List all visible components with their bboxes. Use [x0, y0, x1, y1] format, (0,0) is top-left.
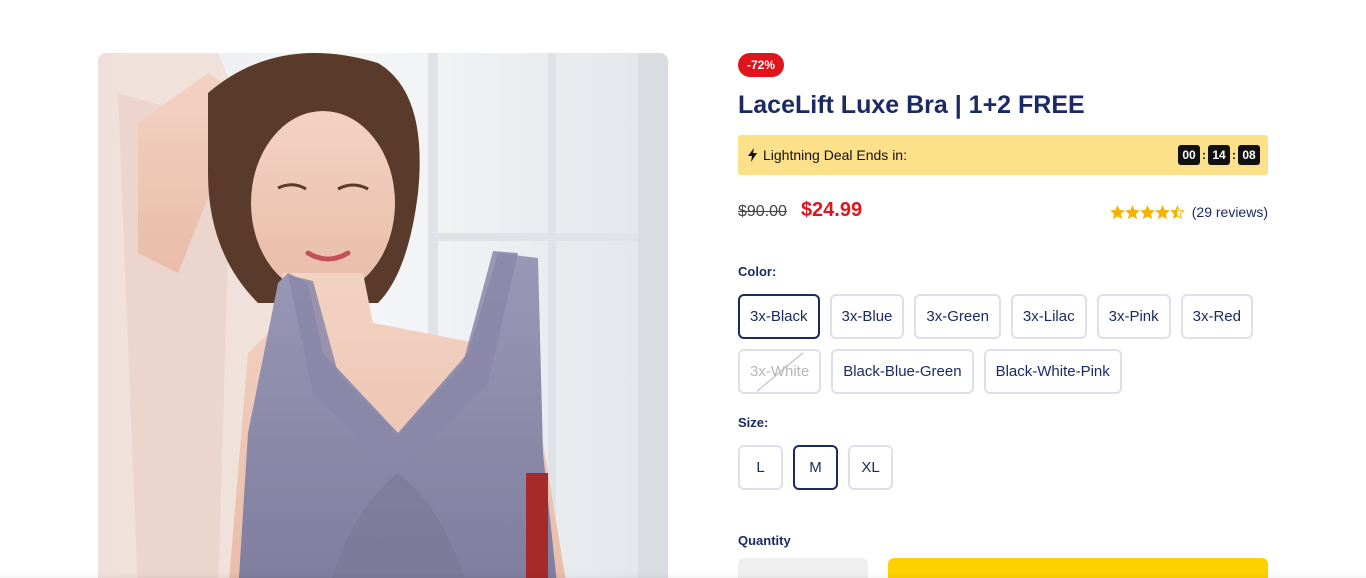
- size-option-l[interactable]: L: [738, 445, 783, 490]
- size-label: Size:: [738, 415, 769, 430]
- star-icon: [1124, 204, 1140, 219]
- color-option-3x-green[interactable]: 3x-Green: [914, 294, 1001, 339]
- rating[interactable]: (29 reviews): [1109, 204, 1268, 220]
- size-options: L M XL: [738, 445, 1278, 490]
- timer-separator: :: [1232, 148, 1236, 162]
- product-image[interactable]: [98, 53, 668, 578]
- sticky-bar-shadow: [0, 572, 1366, 578]
- product-title: LaceLift Luxe Bra | 1+2 FREE: [738, 91, 1085, 119]
- star-icon: [1139, 204, 1155, 219]
- color-option-3x-lilac[interactable]: 3x-Lilac: [1010, 294, 1087, 339]
- color-option-3x-pink[interactable]: 3x-Pink: [1096, 294, 1171, 339]
- star-rating: [1109, 204, 1185, 220]
- original-price: $90.00: [738, 203, 787, 220]
- countdown-timer: 00 : 14 : 08: [1178, 145, 1260, 165]
- color-options: 3x-Black 3x-Blue 3x-Green 3x-Lilac 3x-Pink 3x…: [738, 294, 1278, 394]
- star-icon: [1109, 204, 1125, 219]
- color-option-3x-red[interactable]: 3x-Red: [1180, 294, 1253, 339]
- star-icon: [1169, 204, 1185, 219]
- quantity-label: Quantity: [738, 533, 791, 548]
- color-option-black-blue-green[interactable]: Black-Blue-Green: [831, 349, 974, 394]
- review-count[interactable]: (29 reviews): [1192, 204, 1268, 220]
- discount-badge: -72%: [738, 53, 785, 77]
- price-row: $90.00 $24.99 (29 reviews): [738, 199, 1268, 222]
- size-option-m[interactable]: M: [793, 445, 838, 490]
- timer-seconds: 08: [1238, 145, 1260, 165]
- color-option-3x-blue[interactable]: 3x-Blue: [829, 294, 905, 339]
- size-option-xl[interactable]: XL: [848, 445, 893, 490]
- lightning-bolt-icon: [748, 148, 757, 162]
- color-option-black-white-pink[interactable]: Black-White-Pink: [983, 349, 1122, 394]
- color-option-3x-black[interactable]: 3x-Black: [738, 294, 820, 339]
- color-option-3x-white[interactable]: 3x-White: [738, 349, 822, 394]
- lightning-deal-bar: Lightning Deal Ends in: 00 : 14 : 08: [738, 135, 1268, 175]
- star-icon: [1154, 204, 1170, 219]
- product-info: -72% LaceLift Luxe Bra | 1+2 FREE Lightn…: [738, 53, 1268, 548]
- timer-hours: 00: [1178, 145, 1200, 165]
- timer-separator: :: [1202, 148, 1206, 162]
- sale-price: $24.99: [800, 199, 863, 221]
- product-photo: [98, 53, 668, 578]
- deal-label: Lightning Deal Ends in:: [763, 147, 907, 163]
- timer-minutes: 14: [1208, 145, 1230, 165]
- color-label: Color:: [738, 264, 777, 279]
